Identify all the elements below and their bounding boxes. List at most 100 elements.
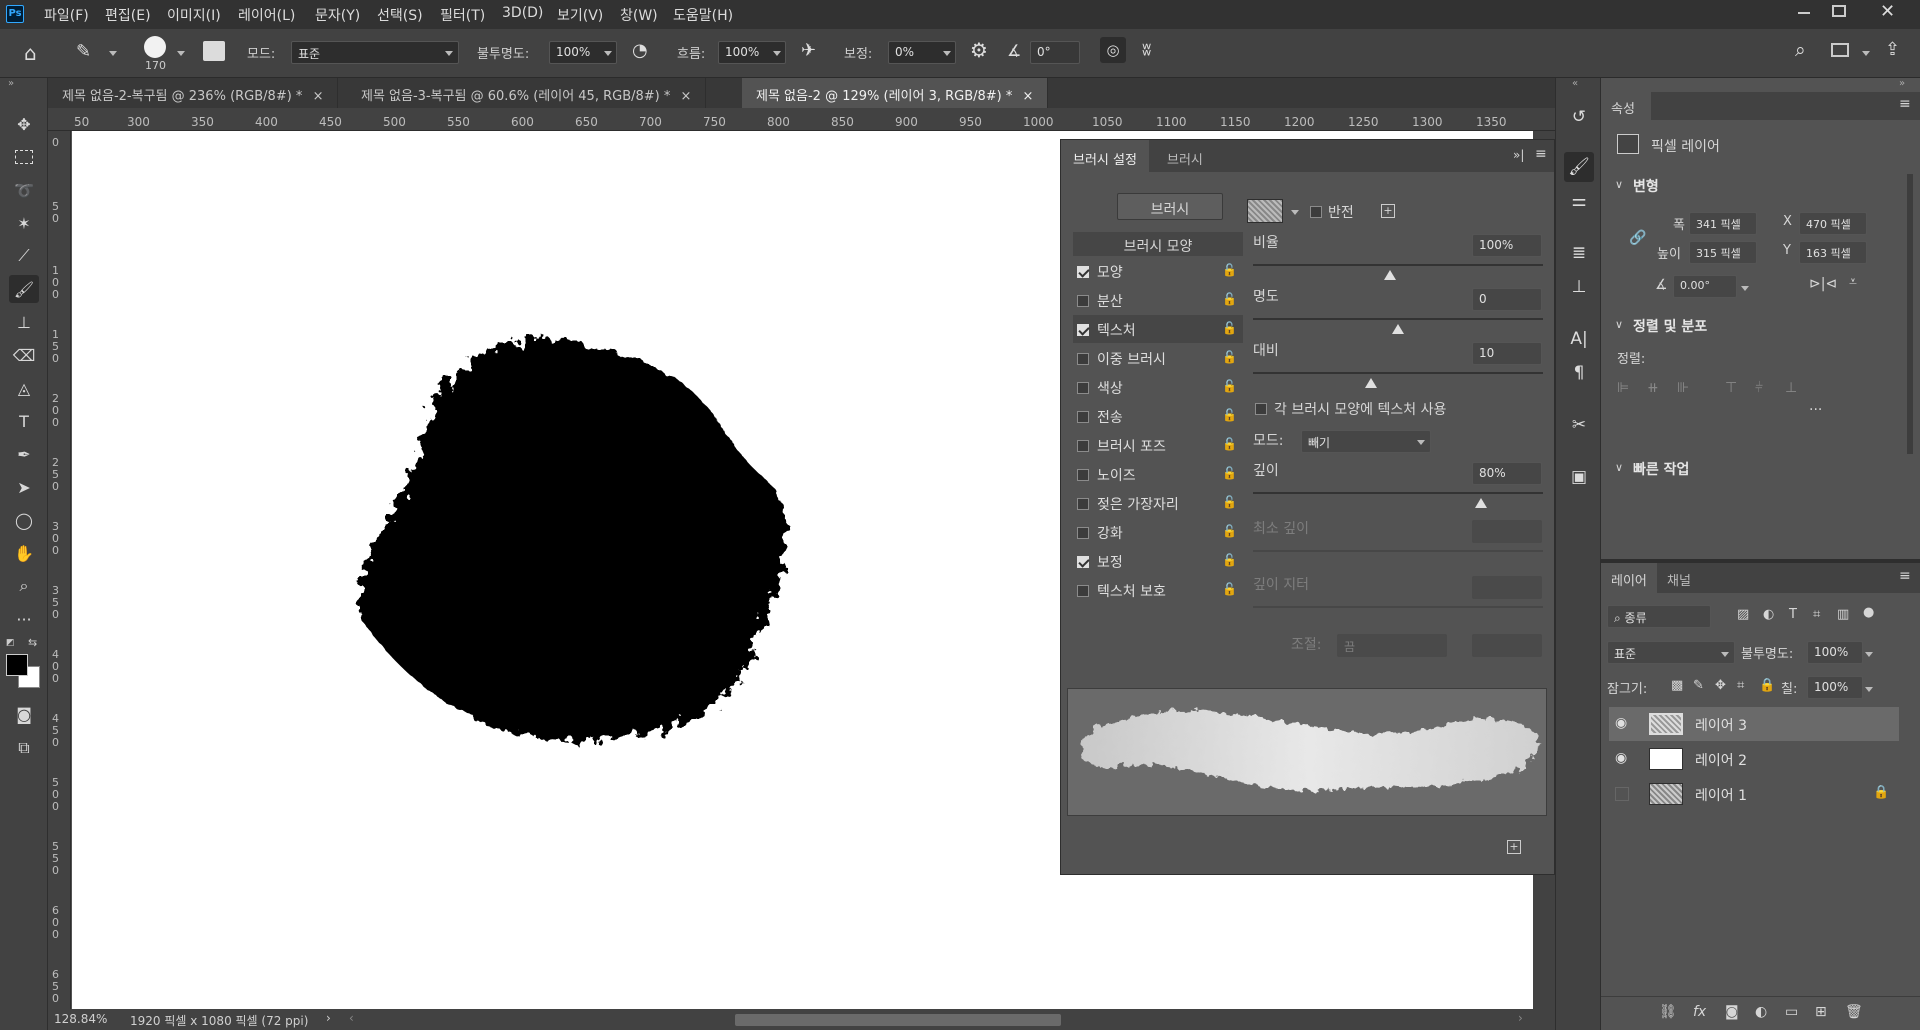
chevron-down-icon[interactable] <box>1721 652 1729 657</box>
zoom-level[interactable]: 128.84% <box>54 1012 107 1026</box>
trash-icon[interactable]: 🗑 <box>1845 1004 1863 1020</box>
move-tool-icon[interactable]: ✥ <box>9 110 39 138</box>
align-right-icon[interactable]: ⊪ <box>1677 380 1689 396</box>
screen-mode-icon[interactable]: ⧉ <box>9 734 39 762</box>
invert-checkbox[interactable] <box>1310 206 1322 218</box>
symmetry-icon[interactable]: ʬ <box>1142 39 1151 60</box>
rotation-field[interactable]: 0.00° <box>1673 275 1737 298</box>
shape-row-build-up[interactable]: 강화 🔓 <box>1073 518 1243 546</box>
airbrush-icon[interactable]: ✈ <box>801 40 816 61</box>
chevron-down-icon[interactable]: ∨ <box>1615 178 1623 191</box>
x-field[interactable]: 470 픽셀 <box>1799 212 1867 235</box>
brush-tool-icon[interactable]: 🖌 <box>9 275 39 303</box>
brightness-slider-knob[interactable] <box>1392 324 1404 334</box>
menu-edit[interactable]: 편집(E) <box>105 5 151 25</box>
chevron-down-icon[interactable] <box>1741 286 1749 291</box>
chevron-down-icon[interactable]: ∨ <box>1615 461 1623 474</box>
eye-icon[interactable]: ◉ <box>1615 750 1627 766</box>
depth-field[interactable]: 80% <box>1472 462 1542 485</box>
chevron-down-icon[interactable] <box>943 51 951 56</box>
align-top-icon[interactable]: ⊤ <box>1725 380 1737 396</box>
align-center-h-icon[interactable]: ⧺ <box>1647 380 1659 396</box>
chevron-down-icon[interactable] <box>109 51 117 56</box>
lock-icon[interactable]: 🔓 <box>1222 408 1237 422</box>
shape-row-brush-pose[interactable]: 브러시 포즈 🔓 <box>1073 431 1243 459</box>
layer-row[interactable]: ◉ 레이어 2 <box>1609 742 1899 776</box>
new-brush-preset-icon[interactable]: + <box>1507 840 1521 854</box>
align-left-icon[interactable]: ⊫ <box>1617 380 1629 396</box>
link-icon[interactable]: 🔗 <box>1629 230 1646 246</box>
search-icon[interactable]: ⌕ <box>1795 39 1806 61</box>
home-icon[interactable]: ⌂ <box>24 41 37 65</box>
contrast-field[interactable]: 10 <box>1472 342 1542 365</box>
close-icon[interactable]: × <box>1023 89 1034 104</box>
paint-bucket-tool-icon[interactable]: ◬ <box>9 374 39 402</box>
type-tool-icon[interactable]: T <box>9 407 39 435</box>
character-panel-icon[interactable]: A| <box>1564 324 1594 354</box>
panel-menu-icon[interactable]: ≡ <box>1899 568 1911 584</box>
chevron-down-icon[interactable] <box>1862 51 1870 56</box>
lock-icon[interactable]: 🔓 <box>1222 321 1237 335</box>
angle-field[interactable]: 0° <box>1030 41 1080 64</box>
shape-row-noise[interactable]: 노이즈 🔓 <box>1073 460 1243 488</box>
filter-toggle-icon[interactable]: ● <box>1863 605 1874 620</box>
minimize-icon[interactable] <box>1798 12 1810 14</box>
document-info[interactable]: 1920 픽셀 x 1080 픽셀 (72 ppi) <box>130 1012 308 1029</box>
lock-icon[interactable]: 🔒 <box>1873 785 1889 800</box>
zoom-tool-icon[interactable]: ⌕ <box>9 572 39 600</box>
restore-icon[interactable] <box>1832 5 1846 17</box>
magic-wand-tool-icon[interactable]: ✶ <box>9 209 39 237</box>
shape-row-shape[interactable]: 모양 🔓 <box>1073 257 1243 285</box>
close-icon[interactable]: ✕ <box>1880 1 1895 22</box>
ellipse-tool-icon[interactable]: ◯ <box>9 506 39 534</box>
new-layer-icon[interactable]: ⊞ <box>1815 1004 1827 1020</box>
lock-icon[interactable]: 🔓 <box>1222 437 1237 451</box>
brush-panel-toggle-icon[interactable] <box>203 41 225 61</box>
lock-icon[interactable]: 🔓 <box>1222 379 1237 393</box>
brightness-field[interactable]: 0 <box>1472 288 1542 311</box>
fx-icon[interactable]: fx <box>1693 1004 1706 1020</box>
transfer-checkbox[interactable] <box>1077 411 1089 423</box>
filter-smart-icon[interactable]: ▥ <box>1837 607 1849 622</box>
contrast-slider-knob[interactable] <box>1365 378 1377 388</box>
chevron-down-icon[interactable] <box>177 51 185 56</box>
pen-tool-icon[interactable]: ✒ <box>9 440 39 468</box>
libraries-icon[interactable]: ▣ <box>1564 462 1594 492</box>
tool-presets-icon[interactable]: ✂ <box>1564 410 1594 440</box>
shape-row-texture[interactable]: 텍스처 🔓 <box>1073 315 1243 343</box>
menu-file[interactable]: 파일(F) <box>44 5 89 25</box>
collapse-icon[interactable]: »| <box>1513 148 1524 162</box>
eye-icon[interactable]: ◉ <box>1615 715 1627 731</box>
scale-field[interactable]: 100% <box>1472 234 1542 257</box>
chevron-down-icon[interactable]: ∨ <box>1615 318 1623 331</box>
group-icon[interactable]: ▭ <box>1785 1004 1798 1020</box>
history-icon[interactable]: ↺ <box>1564 102 1594 132</box>
doc-tab-3[interactable]: 제목 없음-2 @ 129% (레이어 3, RGB/8#) * × <box>742 78 1049 108</box>
ps-logo[interactable]: Ps <box>6 5 24 23</box>
scale-slider-knob[interactable] <box>1384 270 1396 280</box>
eyedropper-tool-icon[interactable]: ⟋ <box>9 242 39 270</box>
flip-horizontal-icon[interactable]: ⊳|⊲ <box>1809 276 1837 292</box>
horizontal-scrollbar[interactable] <box>735 1014 1061 1026</box>
chevron-down-icon[interactable] <box>445 51 453 56</box>
pressure-size-icon[interactable]: ◎ <box>1100 37 1126 63</box>
chevron-down-icon[interactable] <box>773 51 781 56</box>
properties-scrollbar[interactable] <box>1907 174 1913 454</box>
workspace-icon[interactable] <box>1831 43 1849 57</box>
lasso-tool-icon[interactable]: ➰ <box>9 176 39 204</box>
layer-row[interactable]: 레이어 1 🔒 <box>1609 777 1899 811</box>
build-up-checkbox[interactable] <box>1077 527 1089 539</box>
pressure-opacity-icon[interactable]: ◔ <box>632 40 648 61</box>
link-layers-icon[interactable]: ⛓ <box>1659 1004 1677 1020</box>
chevron-down-icon[interactable] <box>1417 440 1425 445</box>
chevron-down-icon[interactable] <box>1865 687 1873 692</box>
brushes-button[interactable]: 브러시 <box>1117 193 1223 220</box>
depth-slider[interactable] <box>1253 492 1543 494</box>
chevron-down-icon[interactable] <box>1865 652 1873 657</box>
collapse-icon[interactable]: « <box>1572 78 1578 89</box>
paragraph-panel-icon[interactable]: ¶ <box>1564 358 1594 388</box>
scatter-checkbox[interactable] <box>1077 295 1089 307</box>
color-checkbox[interactable] <box>1077 382 1089 394</box>
menu-view[interactable]: 보기(V) <box>557 5 603 25</box>
scroll-right-icon[interactable]: › <box>1518 1011 1523 1025</box>
